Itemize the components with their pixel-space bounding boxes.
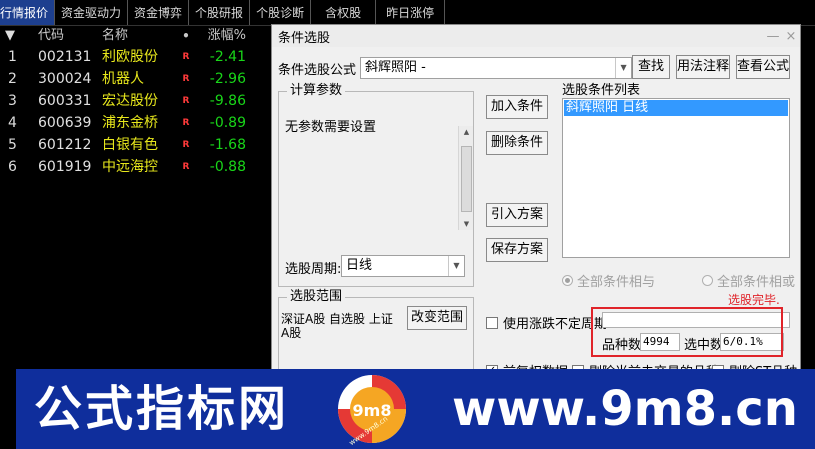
table-row[interactable]: 6 601919 中远海控 R -0.88 xyxy=(0,156,270,178)
stock-name: 宏达股份 xyxy=(102,93,158,109)
tab-quote[interactable]: 行情报价 xyxy=(0,0,56,25)
radio-or-label: 全部条件相或 xyxy=(717,275,796,290)
range-text-2: A股 xyxy=(281,326,302,340)
stock-table: ▼ 代码 名称 • 涨幅% 1 002131 利欧股份 R -2.41 2 30… xyxy=(0,26,270,178)
list-item[interactable]: 斜辉照阳 日线 xyxy=(564,100,788,116)
stock-change: -1.68 xyxy=(209,137,246,153)
watermark-banner: 公式指标网 9m8 www.9m8.cn www.9m8.cn xyxy=(16,369,815,449)
header-name[interactable]: 名称 xyxy=(98,26,176,46)
usage-button[interactable]: 用法注释 xyxy=(676,55,730,79)
stock-name: 浦东金桥 xyxy=(102,115,158,131)
rights-flag-icon: R xyxy=(182,140,190,150)
stock-code: 002131 xyxy=(38,49,92,65)
condition-list[interactable]: 斜辉照阳 日线 xyxy=(562,98,790,258)
tab-rights[interactable]: 含权股 xyxy=(311,0,377,25)
period-label: 选股周期: xyxy=(285,262,342,277)
dialog-title: 条件选股 xyxy=(278,30,331,46)
header-flag[interactable]: • xyxy=(176,26,196,46)
stock-change: -0.88 xyxy=(209,159,246,175)
result-highlight-box xyxy=(591,307,783,357)
row-index: 1 xyxy=(8,49,17,65)
row-index: 2 xyxy=(8,71,17,87)
header-change[interactable]: 涨幅% xyxy=(196,26,258,46)
watermark-url: www.9m8.cn xyxy=(452,381,798,437)
sort-arrow-icon[interactable]: ▼ xyxy=(0,26,30,46)
formula-select[interactable]: 斜辉照阳 - ▼ xyxy=(360,57,633,79)
radio-dot-icon xyxy=(562,275,573,286)
stock-code: 300024 xyxy=(38,71,92,87)
table-row[interactable]: 5 601212 白银有色 R -1.68 xyxy=(0,134,270,156)
tab-capital-game[interactable]: 资金博弈 xyxy=(128,0,190,25)
table-row[interactable]: 4 600639 浦东金桥 R -0.89 xyxy=(0,112,270,134)
header-code[interactable]: 代码 xyxy=(30,26,98,46)
range-group: 选股范围 深证A股 自选股 上证 A股 改变范围 xyxy=(278,289,474,377)
condition-list-label: 选股条件列表 xyxy=(562,83,641,98)
tab-capital-drive[interactable]: 资金驱动力 xyxy=(55,0,129,25)
stock-name: 白银有色 xyxy=(102,137,158,153)
tab-research[interactable]: 个股研报 xyxy=(189,0,251,25)
radio-or[interactable]: 全部条件相或 xyxy=(702,271,795,290)
watermark-site-name: 公式指标网 xyxy=(34,381,290,437)
dialog-titlebar[interactable]: 条件选股 — × xyxy=(272,25,800,47)
params-group-title: 计算参数 xyxy=(287,83,346,99)
stock-code: 600639 xyxy=(38,115,92,131)
rights-flag-icon: R xyxy=(182,118,190,128)
stock-code: 600331 xyxy=(38,93,92,109)
stock-name: 机器人 xyxy=(102,71,144,87)
rights-flag-icon: R xyxy=(182,74,190,84)
row-index: 5 xyxy=(8,137,17,153)
checkbox-icon xyxy=(486,316,498,329)
close-icon[interactable]: × xyxy=(782,29,800,44)
range-group-title: 选股范围 xyxy=(287,289,346,305)
rights-flag-icon: R xyxy=(182,52,190,62)
use-period-checkbox[interactable]: 使用涨跌不定周期 xyxy=(486,313,607,332)
params-group: 计算参数 无参数需要设置 ▲ ▼ 选股周期: 日线 ▼ xyxy=(278,83,474,287)
row-index: 4 xyxy=(8,115,17,131)
chevron-down-icon[interactable]: ▼ xyxy=(448,256,464,276)
delete-condition-button[interactable]: 删除条件 xyxy=(486,131,548,155)
table-row[interactable]: 2 300024 机器人 R -2.96 xyxy=(0,68,270,90)
radio-and[interactable]: 全部条件相与 xyxy=(562,271,655,290)
period-value: 日线 xyxy=(346,258,373,273)
stock-change: -2.96 xyxy=(209,71,246,87)
params-scrollbar[interactable]: ▲ ▼ xyxy=(458,126,473,230)
import-plan-button[interactable]: 引入方案 xyxy=(486,203,548,227)
status-text: 选股完毕. xyxy=(728,293,780,307)
period-select[interactable]: 日线 ▼ xyxy=(341,255,465,277)
stock-code: 601212 xyxy=(38,137,92,153)
find-button[interactable]: 查找 xyxy=(632,55,670,79)
tab-limit-up[interactable]: 昨日涨停 xyxy=(376,0,446,25)
scroll-thumb[interactable] xyxy=(461,146,472,212)
stock-change: -2.41 xyxy=(209,49,246,65)
chevron-down-icon[interactable]: ▼ xyxy=(615,58,631,78)
save-plan-button[interactable]: 保存方案 xyxy=(486,238,548,262)
radio-and-label: 全部条件相与 xyxy=(577,275,656,290)
top-tab-bar: 行情报价 资金驱动力 资金博弈 个股研报 个股诊断 含权股 昨日涨停 xyxy=(0,0,815,26)
params-text: 无参数需要设置 xyxy=(285,120,377,135)
formula-value: 斜辉照阳 - xyxy=(365,60,426,75)
table-row[interactable]: 1 002131 利欧股份 R -2.41 xyxy=(0,46,270,68)
radio-dot-icon xyxy=(702,275,713,286)
tab-diagnosis[interactable]: 个股诊断 xyxy=(250,0,312,25)
formula-row: 条件选股公式 斜辉照阳 - ▼ xyxy=(278,57,633,79)
view-formula-button[interactable]: 查看公式 xyxy=(736,55,790,79)
minimize-icon[interactable]: — xyxy=(764,29,782,44)
stock-change: -9.86 xyxy=(209,93,246,109)
stock-change: -0.89 xyxy=(209,115,246,131)
scroll-down-icon[interactable]: ▼ xyxy=(459,220,474,228)
formula-label: 条件选股公式 xyxy=(278,62,357,78)
stock-name: 中远海控 xyxy=(102,159,158,175)
rights-flag-icon: R xyxy=(182,162,190,172)
row-index: 3 xyxy=(8,93,17,109)
stock-code: 601919 xyxy=(38,159,92,175)
add-condition-button[interactable]: 加入条件 xyxy=(486,95,548,119)
scroll-up-icon[interactable]: ▲ xyxy=(459,128,474,136)
table-row[interactable]: 3 600331 宏达股份 R -9.86 xyxy=(0,90,270,112)
rights-flag-icon: R xyxy=(182,96,190,106)
table-header: ▼ 代码 名称 • 涨幅% xyxy=(0,26,270,46)
row-index: 6 xyxy=(8,159,17,175)
site-logo-icon: 9m8 xyxy=(338,375,406,443)
change-range-button[interactable]: 改变范围 xyxy=(407,306,467,330)
stock-name: 利欧股份 xyxy=(102,49,158,65)
